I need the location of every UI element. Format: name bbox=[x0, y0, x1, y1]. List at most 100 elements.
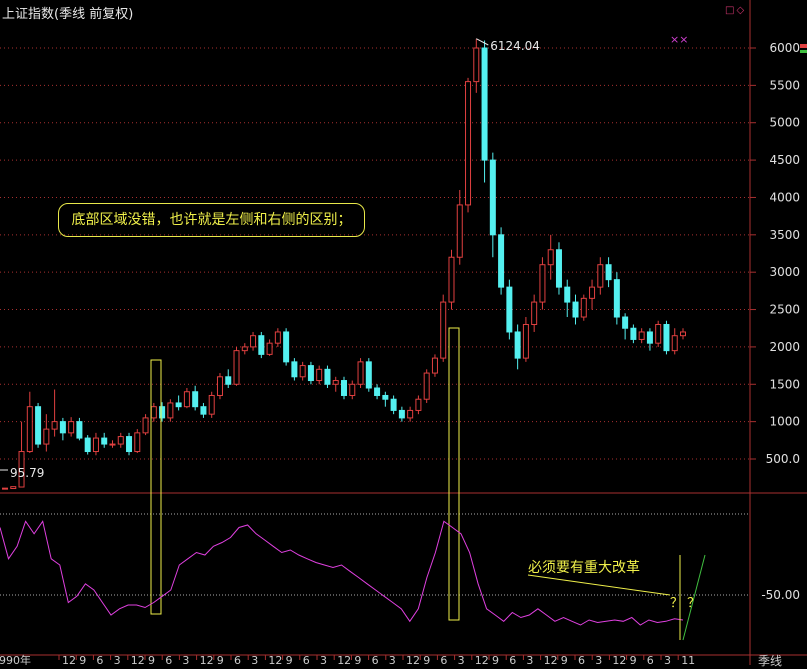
peak-label: 6124.04 bbox=[490, 39, 540, 53]
side-marker-green bbox=[800, 50, 807, 53]
candle-body bbox=[415, 398, 422, 411]
candle-body bbox=[465, 81, 472, 206]
window-controls[interactable]: □◇ bbox=[725, 5, 746, 16]
year-label: 1990年 bbox=[0, 653, 31, 665]
candle-body bbox=[539, 264, 546, 303]
time-tick-label: 6 bbox=[303, 654, 310, 665]
candle-body bbox=[216, 376, 223, 396]
candle-body bbox=[407, 409, 414, 419]
candle-body bbox=[580, 297, 587, 318]
candle-body bbox=[101, 437, 108, 445]
candle-body bbox=[349, 383, 356, 396]
candle-body bbox=[225, 376, 232, 385]
price-tick-label: 6000 bbox=[769, 41, 800, 55]
time-tick-label: 12 bbox=[475, 654, 489, 665]
time-tick-label: 12 bbox=[131, 654, 145, 665]
candle-body bbox=[192, 391, 199, 408]
candle-body bbox=[51, 421, 58, 430]
candle-body bbox=[365, 361, 372, 389]
candle-body bbox=[283, 331, 290, 363]
candle-body bbox=[522, 323, 529, 359]
candle-body bbox=[357, 361, 364, 385]
candle-body bbox=[622, 316, 629, 329]
candle-body bbox=[498, 234, 505, 288]
time-tick-label: 9 bbox=[286, 654, 293, 665]
price-tick-label: 4000 bbox=[769, 190, 800, 204]
candle-body bbox=[456, 204, 463, 258]
time-tick-label: 3 bbox=[251, 654, 258, 665]
candle-body bbox=[2, 487, 8, 490]
candle-body bbox=[332, 380, 339, 385]
candle-body bbox=[43, 428, 50, 445]
time-tick-label: 6 bbox=[578, 654, 585, 665]
candle-body bbox=[266, 342, 273, 355]
chart-stage[interactable]: 6000 5500 5000 4500 4000 3500 3000 2500 2000 1500… bbox=[0, 0, 807, 667]
indicator-tick-label: -50.00 bbox=[761, 588, 800, 602]
candle-body bbox=[175, 402, 182, 408]
candle-body bbox=[250, 335, 257, 348]
candle-body bbox=[489, 159, 496, 236]
candle-body bbox=[663, 323, 670, 352]
price-tick-label: 500.0 bbox=[766, 452, 800, 466]
candle-body bbox=[208, 394, 215, 415]
candle-body bbox=[655, 323, 662, 344]
candle-body bbox=[431, 357, 438, 374]
candle-body bbox=[92, 437, 99, 453]
price-tick-label: 1500 bbox=[769, 377, 800, 391]
candle-body bbox=[680, 331, 686, 337]
price-tick-label: 3500 bbox=[769, 228, 800, 242]
time-tick-label: 6 bbox=[96, 654, 103, 665]
price-tick-label: 5500 bbox=[769, 78, 800, 92]
price-tick-label: 4500 bbox=[769, 153, 800, 167]
time-tick-label: 12 bbox=[406, 654, 420, 665]
time-tick-label: 12 bbox=[62, 654, 76, 665]
candle-body bbox=[316, 368, 323, 382]
annotation-bottom-zone: 底部区域没错，也许就是左侧和右侧的区别； bbox=[58, 203, 365, 237]
candle-body bbox=[117, 436, 124, 445]
square-icon[interactable]: □ bbox=[725, 5, 736, 16]
question-marks: ？ ？ bbox=[670, 596, 700, 611]
low-label: 95.79 bbox=[10, 466, 44, 480]
candle-body bbox=[646, 331, 653, 344]
candle-body bbox=[481, 47, 488, 161]
candle-body bbox=[514, 331, 521, 359]
candle-body bbox=[597, 264, 604, 288]
time-tick-label: 3 bbox=[664, 654, 671, 665]
time-tick-label: 12 bbox=[337, 654, 351, 665]
time-tick-label: 3 bbox=[182, 654, 189, 665]
time-tick-label: 6 bbox=[234, 654, 241, 665]
time-tick-label: 12 bbox=[544, 654, 558, 665]
candle-body bbox=[638, 331, 645, 340]
time-tick-label: 3 bbox=[320, 654, 327, 665]
period-label: 季线 bbox=[758, 654, 783, 668]
candle-body bbox=[274, 331, 281, 344]
candle-body bbox=[547, 249, 554, 266]
annotation-reform: 必须要有重大改革 bbox=[528, 560, 640, 576]
time-tick-label: 3 bbox=[526, 654, 533, 665]
candle-body bbox=[241, 346, 248, 352]
time-tick-label: 6 bbox=[509, 654, 516, 665]
candle-body bbox=[59, 421, 66, 434]
candle-body bbox=[10, 486, 17, 490]
time-tick-label: 12 bbox=[612, 654, 626, 665]
time-tick-label: 3 bbox=[114, 654, 121, 665]
candle-body bbox=[341, 380, 347, 396]
candle-body bbox=[572, 301, 579, 318]
candle-body bbox=[613, 279, 620, 318]
pink-marks: ×× bbox=[670, 33, 688, 46]
diamond-icon[interactable]: ◇ bbox=[736, 5, 746, 16]
price-tick-label: 2500 bbox=[769, 303, 800, 317]
candle-body bbox=[555, 249, 562, 288]
candle-body bbox=[134, 432, 141, 453]
candle-body bbox=[531, 301, 538, 325]
candle-body bbox=[258, 335, 265, 355]
time-tick-label: 9 bbox=[354, 654, 361, 665]
price-chart[interactable]: 6000 5500 5000 4500 4000 3500 3000 2500 2000 1500… bbox=[0, 0, 807, 667]
price-tick-label: 3000 bbox=[769, 265, 800, 279]
candle-body bbox=[68, 421, 75, 434]
candle-body bbox=[506, 286, 513, 333]
candle-body bbox=[589, 286, 596, 299]
time-tick-label: 3 bbox=[389, 654, 396, 665]
time-tick-label: 11 bbox=[681, 654, 695, 665]
price-tick-label: 5000 bbox=[769, 116, 800, 130]
